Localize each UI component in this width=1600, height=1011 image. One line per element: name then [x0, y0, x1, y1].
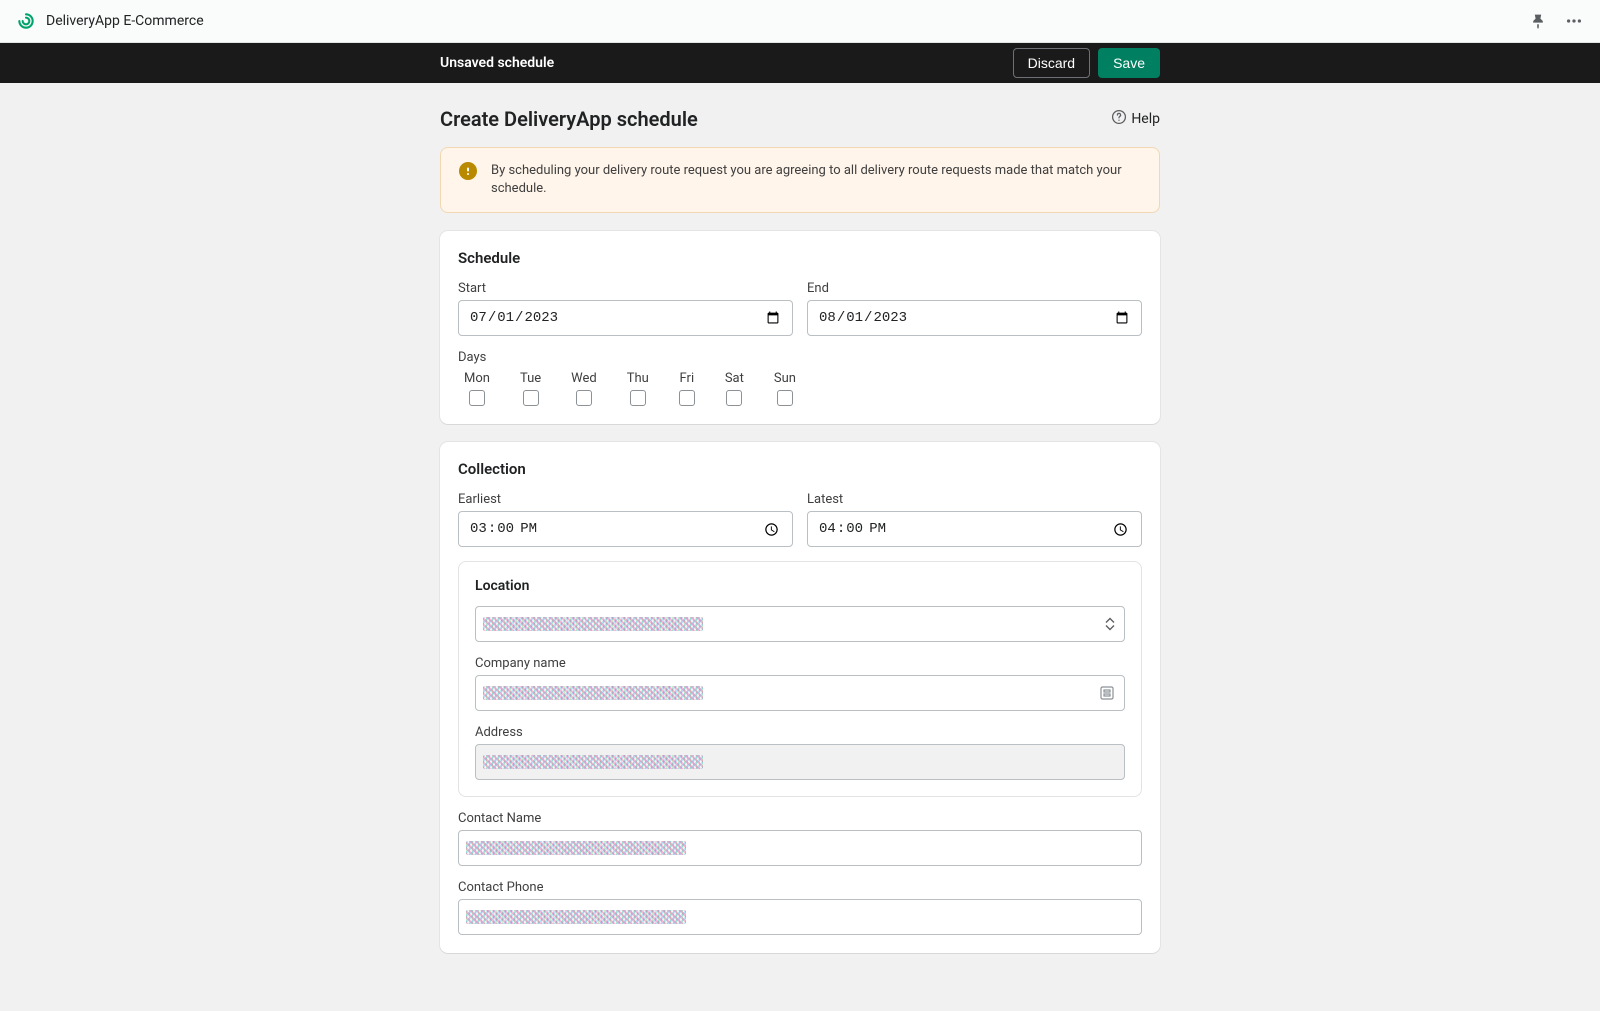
day-checkbox-fri[interactable]: [679, 390, 695, 406]
page-body: Create DeliveryApp schedule Help By sche…: [0, 83, 1600, 1011]
end-date-input[interactable]: [807, 300, 1142, 336]
help-label: Help: [1131, 111, 1160, 127]
help-icon: [1111, 109, 1127, 129]
day-label-mon: Mon: [464, 371, 490, 386]
day-label-sat: Sat: [725, 371, 744, 386]
day-checkbox-thu[interactable]: [630, 390, 646, 406]
redacted-value: [483, 686, 703, 700]
banner-text: By scheduling your delivery route reques…: [491, 162, 1141, 198]
day-checkbox-sat[interactable]: [726, 390, 742, 406]
schedule-heading: Schedule: [458, 249, 1142, 267]
start-label: Start: [458, 281, 793, 296]
save-bar-label: Unsaved schedule: [440, 55, 554, 71]
warning-icon: [459, 162, 477, 180]
day-checkbox-mon[interactable]: [469, 390, 485, 406]
collection-heading: Collection: [458, 460, 1142, 478]
pin-icon[interactable]: [1528, 11, 1548, 31]
company-name-label: Company name: [475, 656, 1125, 671]
end-label: End: [807, 281, 1142, 296]
schedule-card: Schedule Start End Days Mon Tue Wed Thu: [440, 231, 1160, 424]
location-heading: Location: [475, 578, 1125, 594]
contextual-save-bar: Unsaved schedule Discard Save: [0, 43, 1600, 83]
discard-button[interactable]: Discard: [1013, 48, 1090, 78]
day-checkbox-sun[interactable]: [777, 390, 793, 406]
earliest-time-input[interactable]: [458, 511, 793, 547]
day-checkbox-tue[interactable]: [523, 390, 539, 406]
redacted-value: [466, 910, 686, 924]
app-top-bar: DeliveryApp E-Commerce: [0, 0, 1600, 43]
address-label: Address: [475, 725, 1125, 740]
app-logo-icon: [16, 11, 36, 31]
days-row: Mon Tue Wed Thu Fri Sat Sun: [458, 371, 1142, 406]
autofill-contact-icon[interactable]: [1099, 685, 1115, 701]
days-label: Days: [458, 350, 1142, 365]
day-checkbox-wed[interactable]: [576, 390, 592, 406]
start-date-input[interactable]: [458, 300, 793, 336]
contact-name-label: Contact Name: [458, 811, 1142, 826]
earliest-label: Earliest: [458, 492, 793, 507]
latest-label: Latest: [807, 492, 1142, 507]
day-label-wed: Wed: [571, 371, 597, 386]
collection-card: Collection Earliest Latest Location: [440, 442, 1160, 953]
page-title: Create DeliveryApp schedule: [440, 107, 698, 131]
redacted-value: [466, 841, 686, 855]
save-button[interactable]: Save: [1098, 48, 1160, 78]
location-subcard: Location Company name: [458, 561, 1142, 797]
day-label-fri: Fri: [680, 371, 695, 386]
latest-time-input[interactable]: [807, 511, 1142, 547]
help-link[interactable]: Help: [1111, 109, 1160, 129]
day-label-thu: Thu: [627, 371, 649, 386]
agreement-banner: By scheduling your delivery route reques…: [440, 147, 1160, 213]
redacted-value: [483, 755, 703, 769]
contact-phone-label: Contact Phone: [458, 880, 1142, 895]
app-title: DeliveryApp E-Commerce: [46, 13, 204, 29]
redacted-value: [483, 617, 703, 631]
day-label-tue: Tue: [520, 371, 541, 386]
day-label-sun: Sun: [774, 371, 796, 386]
more-icon[interactable]: [1564, 11, 1584, 31]
